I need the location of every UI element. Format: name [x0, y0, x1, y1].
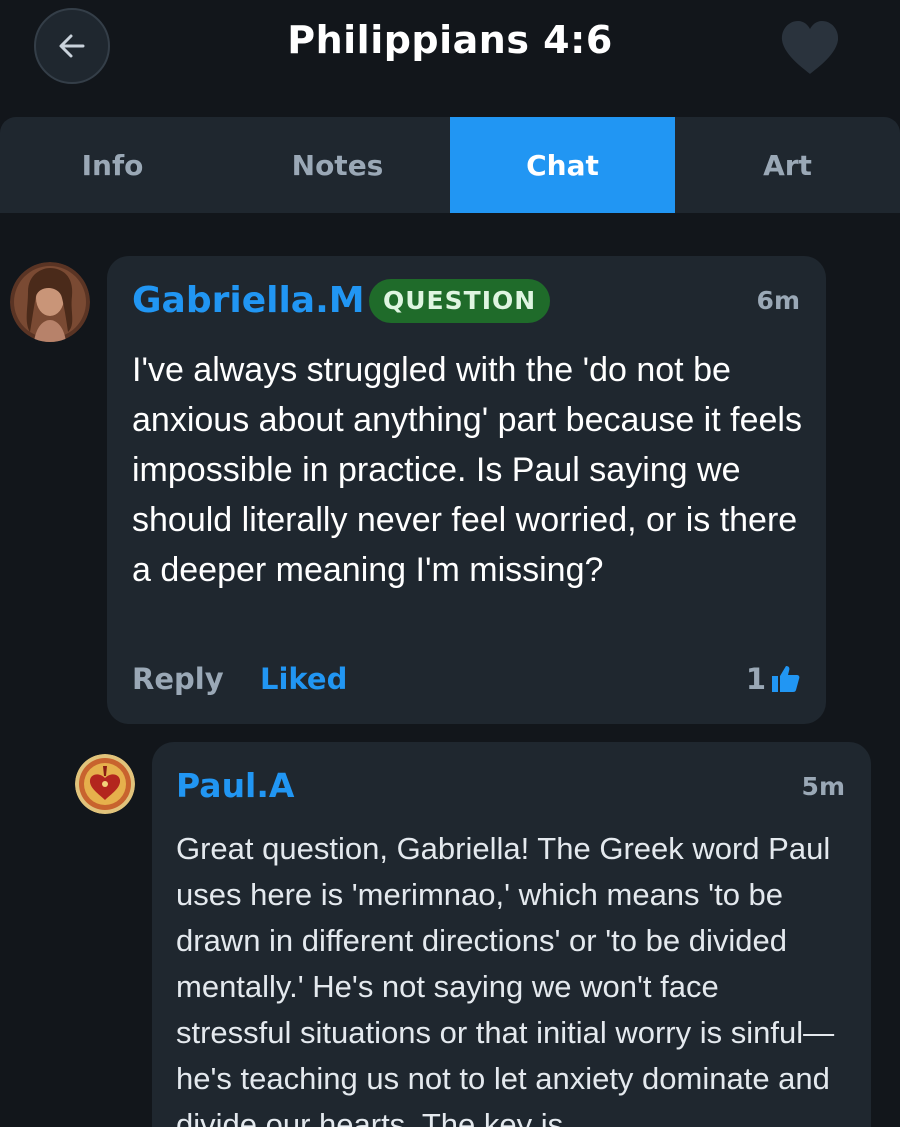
tab-bar: Info Notes Chat Art	[0, 117, 900, 213]
favorite-button[interactable]	[780, 20, 840, 76]
comment-timestamp: 5m	[801, 772, 845, 801]
heart-icon	[781, 21, 839, 74]
sacred-heart-icon	[75, 754, 135, 814]
question-badge: QUESTION	[369, 279, 551, 323]
app-screen: Philippians 4:6 Info Notes Chat Art Gabr…	[0, 0, 900, 1127]
comment-text: I've always struggled with the 'do not b…	[132, 351, 802, 589]
tab-notes[interactable]: Notes	[225, 117, 450, 213]
comment-text: Great question, Gabriella! The Greek wor…	[176, 831, 835, 1127]
comment-author[interactable]: Gabriella.M	[132, 280, 365, 321]
avatar[interactable]	[10, 262, 90, 342]
liked-button[interactable]: Liked	[260, 662, 347, 696]
user-photo-icon	[10, 262, 90, 342]
page-title: Philippians 4:6	[287, 18, 613, 62]
reply-button[interactable]: Reply	[132, 662, 224, 696]
like-count: 1	[745, 662, 766, 696]
comment-timestamp: 6m	[756, 286, 800, 315]
tab-art[interactable]: Art	[675, 117, 900, 213]
tab-chat[interactable]: Chat	[450, 117, 675, 213]
avatar[interactable]	[75, 754, 135, 814]
tab-info[interactable]: Info	[0, 117, 225, 213]
header: Philippians 4:6	[0, 0, 900, 96]
thumbs-up-icon	[772, 666, 800, 692]
comment-card: Paul.A 5m Great question, Gabriella! The…	[152, 742, 871, 1127]
comment-card: Gabriella.M QUESTION 6m I've always stru…	[107, 256, 826, 724]
like-counter[interactable]: 1	[746, 662, 800, 696]
comment-author[interactable]: Paul.A	[176, 766, 294, 805]
